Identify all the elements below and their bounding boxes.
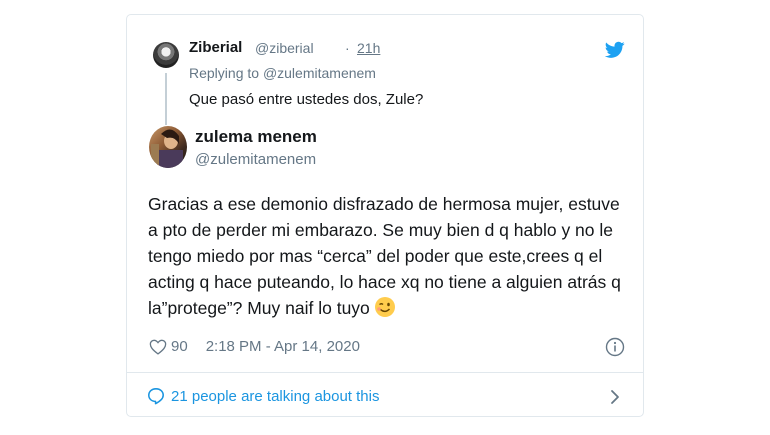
- reply-tweet-text: Que pasó entre ustedes dos, Zule?: [189, 91, 424, 108]
- chevron-right-icon[interactable]: [609, 388, 621, 406]
- tweet-meta-row: 90 2:18 PM - Apr 14, 2020: [149, 338, 360, 355]
- info-icon[interactable]: [605, 337, 625, 357]
- tweet-author-handle[interactable]: @zulemitamenem: [195, 151, 316, 168]
- thread-connector-line: [165, 73, 167, 125]
- speech-bubble-icon: [148, 388, 164, 405]
- winking-face-icon: [374, 297, 395, 317]
- tweet-text: Gracias a ese demonio disfrazado de herm…: [148, 191, 628, 321]
- twitter-bird-icon[interactable]: [605, 41, 625, 59]
- ziberial-avatar[interactable]: [153, 42, 179, 68]
- reply-timestamp-link[interactable]: 21h: [357, 40, 380, 56]
- reply-author-handle[interactable]: @ziberial: [255, 40, 314, 56]
- footer-divider: [127, 372, 643, 373]
- separator-dot: ·: [345, 40, 350, 56]
- replying-to-label: Replying to: [189, 65, 260, 81]
- tweet-timestamp[interactable]: 2:18 PM - Apr 14, 2020: [206, 338, 360, 355]
- tweet-author-name[interactable]: zulema menem: [195, 127, 317, 147]
- replying-to-line: Replying to @zulemitamenem: [189, 65, 376, 81]
- heart-icon[interactable]: [149, 339, 167, 355]
- replying-to-handle-link[interactable]: @zulemitamenem: [263, 65, 376, 81]
- conversation-link[interactable]: 21 people are talking about this: [147, 387, 379, 405]
- talking-about-text[interactable]: 21 people are talking about this: [171, 388, 379, 405]
- zulema-avatar[interactable]: [149, 126, 187, 168]
- like-count[interactable]: 90: [171, 338, 188, 355]
- embedded-tweet-card: Ziberial @ziberial · 21h Replying to @zu…: [126, 14, 644, 417]
- avatar-photo: [151, 129, 183, 168]
- reply-author-name[interactable]: Ziberial: [189, 39, 242, 56]
